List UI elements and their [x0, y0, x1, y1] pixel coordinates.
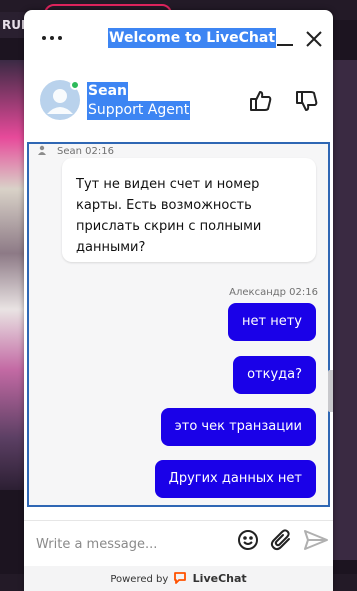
online-status-dot — [70, 80, 80, 90]
message-list[interactable]: Sean 02:16 Тут не виден счет и номер кар… — [27, 142, 330, 507]
user-message-meta: Александр 02:16 — [229, 287, 318, 298]
emoji-icon[interactable] — [236, 528, 260, 552]
agent-name: Sean — [87, 82, 128, 101]
more-options-icon[interactable] — [42, 28, 66, 48]
user-message-bubble: нет нету — [228, 303, 316, 341]
agent-message-meta: Sean 02:16 — [37, 145, 114, 159]
agent-message-bubble: Тут не виден счет и номер карты. Есть во… — [62, 158, 316, 262]
livechat-brand: LiveChat — [192, 572, 247, 585]
user-message-bubble: Других данных нет — [154, 460, 316, 498]
user-message-bubble: это чек транзации — [160, 408, 316, 446]
chat-title: Welcome to LiveChat — [108, 28, 277, 48]
background-artwork — [0, 60, 24, 490]
user-message-bubble: откуда? — [233, 356, 316, 394]
agent-header: Sean Support Agent — [24, 68, 333, 144]
agent-message-time: Sean 02:16 — [57, 146, 114, 157]
powered-by-footer[interactable]: Powered by LiveChat — [24, 566, 333, 591]
message-scrollbar[interactable] — [328, 370, 333, 412]
chat-widget: Welcome to LiveChat Sean Support Agent S… — [24, 10, 333, 591]
minimize-icon[interactable] — [274, 28, 296, 50]
currency-label: RUB — [0, 12, 26, 38]
attachment-icon[interactable] — [269, 528, 293, 552]
send-icon[interactable] — [303, 528, 329, 552]
background-panel — [333, 60, 357, 560]
message-input[interactable] — [36, 531, 226, 557]
agent-role: Support Agent — [87, 101, 191, 120]
person-icon — [38, 145, 46, 155]
livechat-logo-icon — [174, 572, 187, 584]
powered-by-label: Powered by — [110, 574, 169, 585]
close-icon[interactable] — [303, 28, 325, 50]
thumbs-up-icon[interactable] — [248, 88, 274, 114]
chat-titlebar: Welcome to LiveChat — [24, 10, 333, 66]
thumbs-down-icon[interactable] — [294, 88, 320, 114]
